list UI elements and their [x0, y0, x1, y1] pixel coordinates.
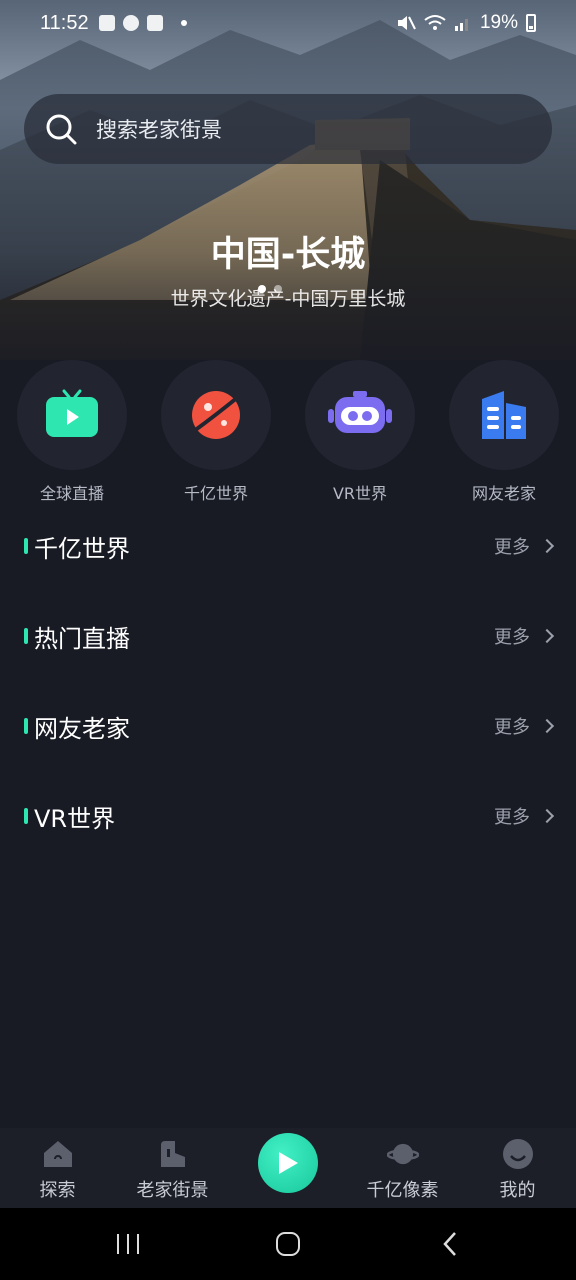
section-hot-live: 热门直播 更多 [0, 606, 576, 666]
section-accent-bar [24, 538, 28, 554]
shortcut-circle [161, 360, 271, 470]
tab-label: 老家街景 [136, 1180, 209, 1201]
shortcut-vr-world[interactable]: VR世界 [288, 360, 432, 504]
shortcut-circle [305, 360, 415, 470]
more-link[interactable]: 更多 [494, 533, 555, 559]
shortcut-label: 千亿世界 [183, 484, 248, 503]
planet-icon [386, 1143, 419, 1165]
shortcut-label: 网友老家 [471, 484, 536, 503]
chevron-right-icon [539, 628, 555, 644]
status-time: 11:52 [40, 11, 89, 34]
section-vr-world: VR世界 更多 [0, 786, 576, 846]
status-bar: 11:52 19% [0, 0, 576, 46]
wifi-icon [424, 15, 446, 30]
notification-dot-icon [180, 20, 187, 26]
home-icon [43, 1141, 72, 1167]
tab-label: 我的 [499, 1180, 536, 1201]
section-netizen-home: 网友老家 更多 [0, 696, 576, 756]
hero-subtitle: 世界文化遗产-中国万里长城 [170, 288, 406, 310]
tab-profile[interactable]: 我的 [460, 1138, 575, 1202]
tab-explore[interactable]: 探索 [0, 1138, 115, 1202]
shortcut-circle [449, 360, 559, 470]
tab-label: 探索 [39, 1180, 76, 1201]
shortcut-label: VR世界 [332, 484, 388, 503]
more-label: 更多 [494, 807, 530, 828]
hero-banner[interactable]: 中国-长城 世界文化遗产-中国万里长城 [0, 0, 576, 360]
more-link[interactable]: 更多 [494, 803, 555, 829]
back-icon [443, 1232, 456, 1256]
search-icon [46, 114, 77, 145]
play-icon [279, 1152, 298, 1174]
planet-icon [192, 391, 240, 439]
system-nav-bar [0, 1208, 576, 1280]
more-link[interactable]: 更多 [494, 713, 555, 739]
more-label: 更多 [494, 717, 530, 738]
section-title: 网友老家 [34, 714, 130, 743]
hero-title: 中国-长城 [210, 235, 366, 275]
more-link[interactable]: 更多 [494, 623, 555, 649]
chevron-right-icon [539, 718, 555, 734]
profile-icon [502, 1139, 533, 1169]
tab-label: 千亿像素 [366, 1180, 439, 1201]
chevron-right-icon [539, 538, 555, 554]
search-placeholder: 搜索老家街景 [96, 118, 222, 142]
home-button[interactable] [258, 1226, 318, 1262]
tab-billion-pixels[interactable]: 千亿像素 [345, 1138, 460, 1202]
section-title: 千亿世界 [34, 534, 130, 563]
shortcut-grid: 全球直播 千亿世界 VR世界 网友老家 [0, 360, 576, 503]
tv-play-icon [46, 389, 98, 437]
buildings-icon [482, 391, 526, 439]
section-accent-bar [24, 628, 28, 644]
back-button[interactable] [420, 1226, 480, 1262]
section-accent-bar [24, 808, 28, 824]
home-circle-icon [276, 1232, 300, 1256]
shortcut-global-live[interactable]: 全球直播 [0, 360, 144, 504]
search-bar[interactable]: 搜索老家街景 [24, 94, 552, 164]
more-label: 更多 [494, 537, 530, 558]
battery-icon [526, 14, 536, 32]
play-center-button[interactable] [258, 1133, 318, 1193]
checkbox-icon [146, 15, 163, 31]
battery-percent: 19% [479, 12, 518, 33]
signal-icon [454, 19, 468, 31]
more-label: 更多 [494, 627, 530, 648]
shortcut-label: 全球直播 [39, 484, 104, 503]
tab-street-view[interactable]: 老家街景 [115, 1138, 230, 1202]
section-accent-bar [24, 718, 28, 734]
shortcut-billion-world[interactable]: 千亿世界 [144, 360, 288, 504]
shortcut-netizen-home[interactable]: 网友老家 [432, 360, 576, 504]
recent-apps-button[interactable] [98, 1226, 158, 1262]
section-title: VR世界 [34, 804, 116, 833]
gallery-icon [98, 15, 115, 31]
chevron-right-icon [539, 808, 555, 824]
section-title: 热门直播 [34, 624, 130, 653]
recents-icon [117, 1234, 139, 1254]
section-billion-world: 千亿世界 更多 [0, 516, 576, 576]
cloud-icon [122, 15, 139, 31]
mute-icon [397, 16, 416, 30]
shortcut-circle [17, 360, 127, 470]
vr-headset-icon [328, 391, 392, 433]
street-icon [160, 1141, 185, 1167]
